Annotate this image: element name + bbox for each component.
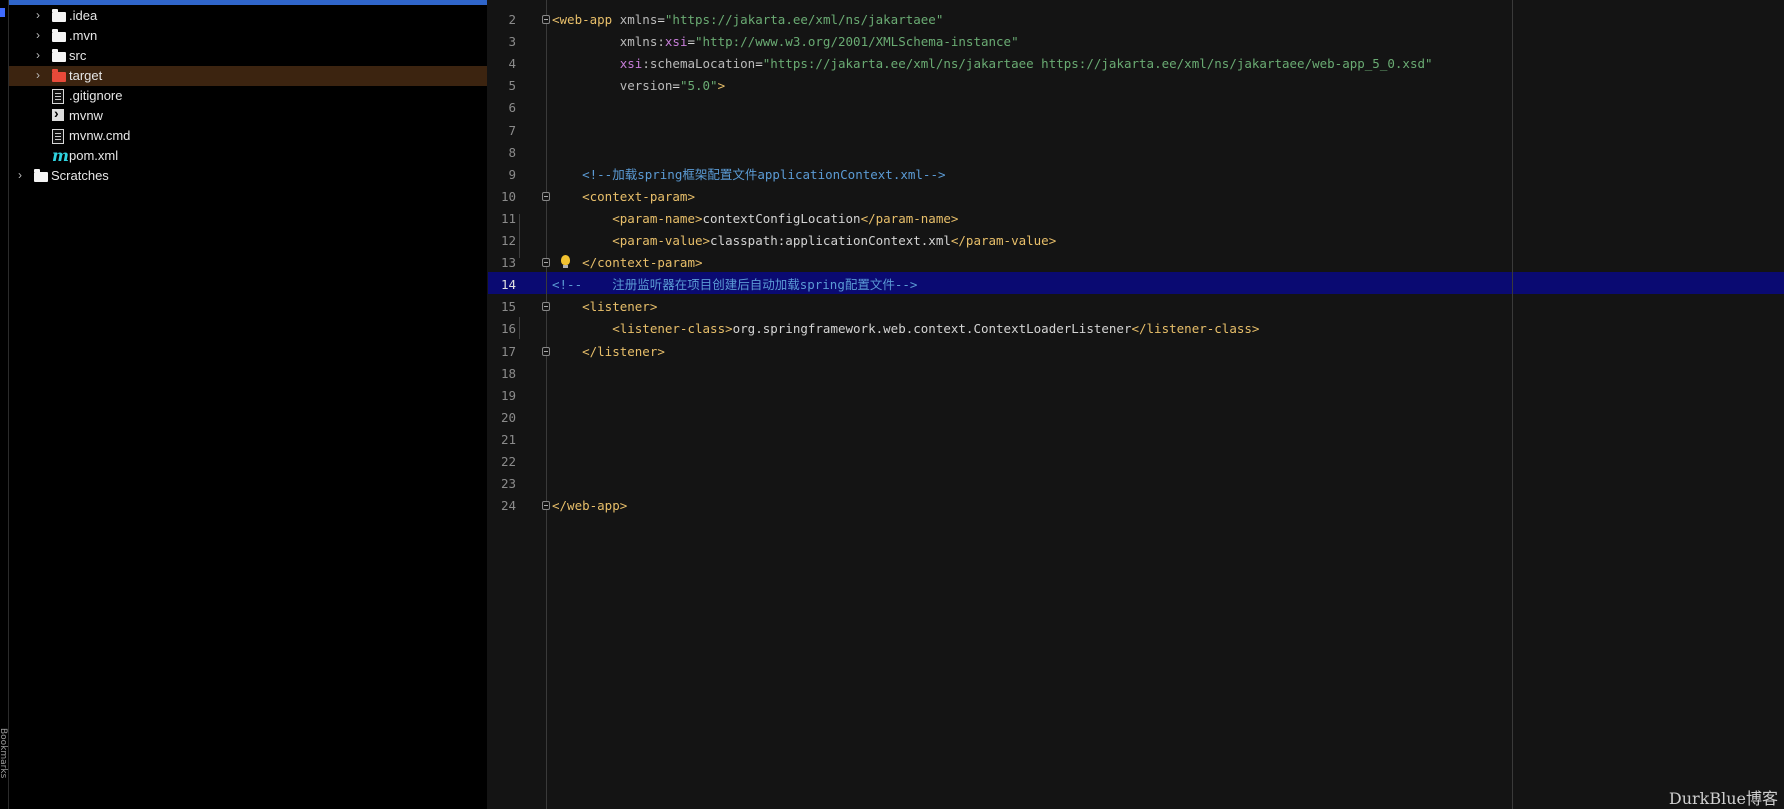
code-line[interactable]: </web-app> (552, 495, 627, 517)
tree-item-mvn[interactable]: › .mvn (9, 26, 487, 46)
line-number: 5 (508, 78, 516, 93)
line-number: 18 (500, 366, 516, 381)
line-number: 13 (500, 255, 516, 270)
excluded-folder-icon (52, 69, 66, 82)
code-line[interactable]: <context-param> (552, 186, 695, 208)
tree-item-label: mvnw.cmd (69, 128, 131, 143)
code-line[interactable]: <param-value>classpath:applicationContex… (552, 230, 1056, 252)
tree-item-target[interactable]: › target (9, 66, 487, 86)
tree-item-label: Scratches (51, 168, 109, 183)
line-number: 21 (500, 432, 516, 447)
line-number: 6 (508, 100, 516, 115)
text-file-icon (52, 129, 64, 144)
line-number: 24 (500, 498, 516, 513)
line-number: 4 (508, 56, 516, 71)
chevron-right-icon[interactable]: › (36, 66, 46, 86)
shell-script-icon (52, 105, 64, 121)
line-number: 9 (508, 167, 516, 182)
fold-marker-icon[interactable] (542, 347, 550, 356)
project-tool-marker[interactable] (0, 8, 5, 17)
fold-marker-icon[interactable] (542, 192, 550, 201)
tree-item-mvnw[interactable]: mvnw (9, 105, 487, 126)
tree-item-label: .gitignore (69, 88, 123, 103)
code-line[interactable]: xmlns:xsi="http://www.w3.org/2001/XMLSch… (552, 31, 1019, 53)
tree-item-label: target (69, 68, 103, 83)
line-number: 20 (500, 410, 516, 425)
line-number: 10 (500, 189, 516, 204)
folder-icon (52, 9, 66, 22)
line-number: 11 (500, 211, 516, 226)
watermark: DurkBlue博客 (1668, 789, 1778, 808)
code-line[interactable]: <listener> (552, 296, 657, 318)
tool-window-strip: Bookmarks (0, 0, 9, 809)
line-number: 8 (508, 145, 516, 160)
line-number: 12 (500, 233, 516, 248)
fold-marker-icon[interactable] (542, 15, 550, 24)
tree-item-label: pom.xml (69, 148, 119, 163)
chevron-right-icon[interactable]: › (36, 46, 46, 66)
code-line[interactable]: version="5.0"> (552, 75, 725, 97)
fold-marker-icon[interactable] (542, 501, 550, 510)
chevron-right-icon[interactable]: › (18, 166, 28, 186)
folder-icon (52, 49, 66, 62)
maven-icon: m (52, 146, 69, 165)
project-tree: › .idea › .mvn › src › target .gitignore mvnw mvnw… (9, 0, 487, 809)
indent-guide (519, 317, 520, 339)
chevron-right-icon[interactable]: › (36, 26, 46, 46)
line-number: 19 (500, 388, 516, 403)
folder-icon (34, 169, 48, 182)
line-number: 22 (500, 454, 516, 469)
code-line[interactable]: <!--加载spring框架配置文件applicationContext.xml… (552, 164, 945, 186)
line-number: 14 (500, 277, 516, 292)
tree-item-gitignore[interactable]: .gitignore (9, 86, 487, 106)
bookmarks-tool-button[interactable]: Bookmarks (0, 728, 8, 778)
chevron-right-icon[interactable]: › (36, 6, 46, 26)
code-line[interactable]: <listener-class>org.springframework.web.… (552, 318, 1259, 340)
tree-item-label: mvnw (69, 108, 103, 123)
gutter-separator (546, 0, 547, 809)
tree-item-pomxml[interactable]: m pom.xml (9, 146, 487, 166)
line-number: 2 (508, 12, 516, 27)
fold-marker-icon[interactable] (542, 258, 550, 267)
line-number: 7 (508, 123, 516, 138)
tree-item-label: src (69, 48, 87, 63)
indent-guide (519, 214, 520, 258)
code-line[interactable]: xsi:schemaLocation="https://jakarta.ee/x… (552, 53, 1433, 75)
code-line[interactable]: <web-app xmlns="https://jakarta.ee/xml/n… (552, 9, 943, 31)
code-line[interactable]: <!-- 注册监听器在项目创建后自动加载spring配置文件--> (552, 274, 917, 296)
tree-item-scratches[interactable]: › Scratches (9, 166, 487, 186)
code-editor[interactable]: 2 <web-app xmlns="https://jakarta.ee/xml/… (488, 0, 1784, 809)
line-number: 16 (500, 321, 516, 336)
tree-item-mvnwcmd[interactable]: mvnw.cmd (9, 126, 487, 146)
line-number: 3 (508, 34, 516, 49)
tree-item-label: .idea (69, 8, 98, 23)
gitignore-file-icon (52, 89, 64, 104)
code-line[interactable]: </listener> (552, 341, 665, 363)
tree-item-src[interactable]: › src (9, 46, 487, 66)
line-number: 17 (500, 344, 516, 359)
code-line[interactable]: <param-name>contextConfigLocation</param… (552, 208, 958, 230)
fold-marker-icon[interactable] (542, 302, 550, 311)
line-number: 15 (500, 299, 516, 314)
code-line[interactable]: </context-param> (552, 252, 702, 274)
selected-root-row[interactable] (9, 0, 487, 5)
tree-item-label: .mvn (69, 28, 98, 43)
folder-icon (52, 29, 66, 42)
line-number: 23 (500, 476, 516, 491)
tree-item-idea[interactable]: › .idea (9, 6, 487, 26)
right-margin-guide (1512, 0, 1513, 809)
